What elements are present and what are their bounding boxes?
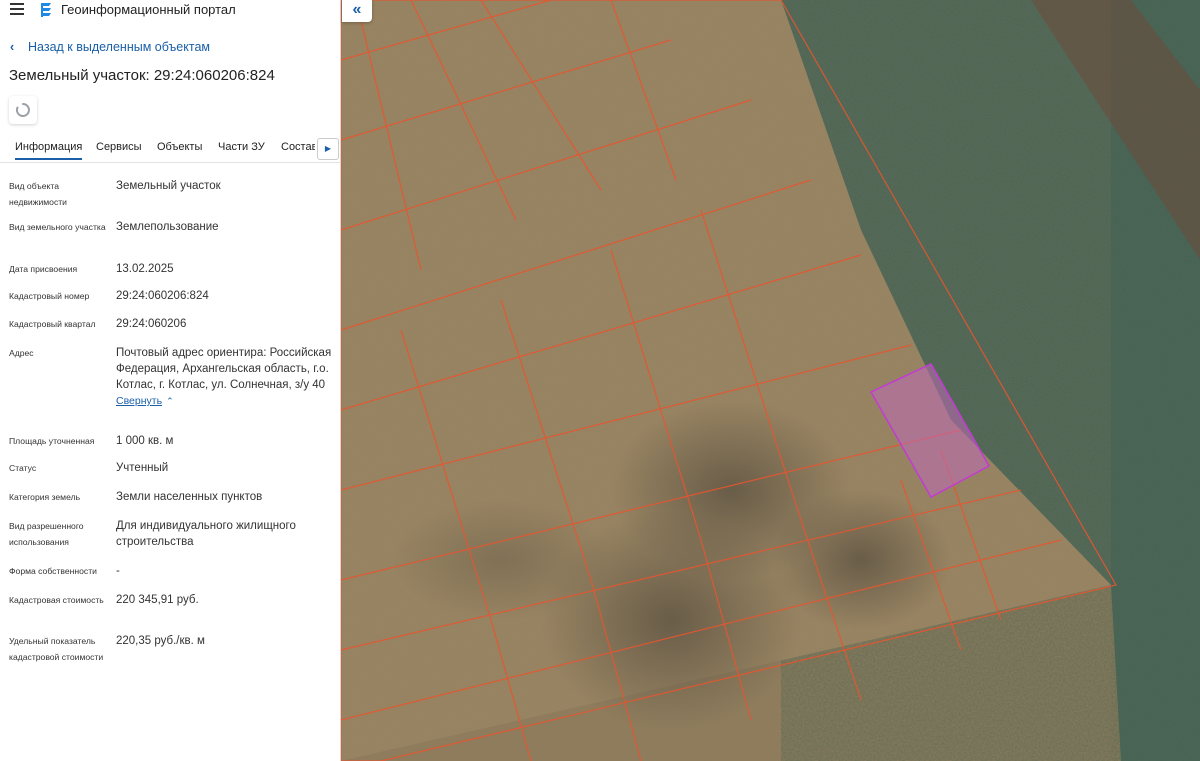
hamburger-menu-icon[interactable] [10, 3, 24, 15]
tab-services[interactable]: Сервисы [96, 141, 142, 153]
back-to-selected-link[interactable]: ‹ Назад к выделенным объектам [10, 40, 210, 54]
property-value: Землепользование [116, 221, 219, 233]
page-title: Земельный участок: 29:24:060206:824 [9, 67, 275, 84]
property-value: - [116, 565, 120, 577]
info-sidebar: Геоинформационный портал ‹ Назад к выделе… [0, 0, 341, 761]
property-label: Удельный показатель кадастровой стоимост… [9, 636, 104, 662]
tab-bar: Информация Сервисы Объекты Части ЗУ Сост… [0, 136, 340, 163]
address-collapse-toggle[interactable]: Свернуть ⌃ [116, 393, 336, 409]
tab-parts[interactable]: Части ЗУ [218, 141, 265, 153]
property-label: Площадь уточненная [9, 436, 95, 446]
property-label: Кадастровый квартал [9, 319, 96, 329]
collapse-link[interactable]: Свернуть [116, 395, 162, 407]
property-value: Земли населенных пунктов [116, 491, 263, 503]
property-label: Адрес [9, 348, 34, 358]
property-label: Форма собственности [9, 566, 97, 576]
property-value: 29:24:060206 [116, 318, 187, 330]
property-label: Вид земельного участка [9, 222, 106, 232]
property-value: 220 345,91 руб. [116, 594, 199, 606]
satellite-map[interactable] [341, 0, 1200, 761]
property-label: Вид разрешенного использования [9, 521, 84, 547]
tab-composition[interactable]: Состав [281, 141, 315, 153]
property-value: 29:24:060206:824 [116, 290, 209, 302]
property-value: 1 000 кв. м [116, 435, 174, 447]
portal-logo-icon [41, 3, 51, 17]
back-link-label: Назад к выделенным объектам [28, 40, 210, 54]
address-text: Почтовый адрес ориентира: Российская Фед… [116, 347, 332, 391]
property-label: Кадастровый номер [9, 291, 90, 301]
chevron-left-icon: ‹ [10, 40, 15, 54]
property-value: Почтовый адрес ориентира: Российская Фед… [116, 345, 336, 409]
loading-spinner [9, 96, 37, 124]
property-label: Дата присвоения [9, 264, 78, 274]
chevron-up-icon: ⌃ [166, 396, 174, 406]
property-label: Статус [9, 463, 37, 473]
property-value: Земельный участок [116, 180, 221, 192]
tabs-scroll-right-button[interactable]: ▶ [317, 138, 339, 160]
tabs-viewport: Информация Сервисы Объекты Части ЗУ Сост… [0, 136, 315, 162]
app-header: Геоинформационный портал [0, 0, 340, 22]
property-value: Учтенный [116, 462, 169, 474]
property-value: Для индивидуального жилищного строительс… [116, 520, 296, 548]
property-value: 220,35 руб./кв. м [116, 635, 205, 647]
tab-info[interactable]: Информация [15, 141, 83, 160]
tab-objects[interactable]: Объекты [157, 141, 202, 153]
spinner-icon [15, 103, 30, 117]
map-view[interactable] [341, 0, 1200, 761]
property-label: Вид объекта недвижимости [9, 181, 67, 207]
property-label: Кадастровая стоимость [9, 595, 104, 605]
property-label: Категория земель [9, 492, 81, 502]
collapse-panel-button[interactable]: « [342, 0, 372, 22]
app-title: Геоинформационный портал [61, 2, 236, 17]
property-value: 13.02.2025 [116, 263, 174, 275]
